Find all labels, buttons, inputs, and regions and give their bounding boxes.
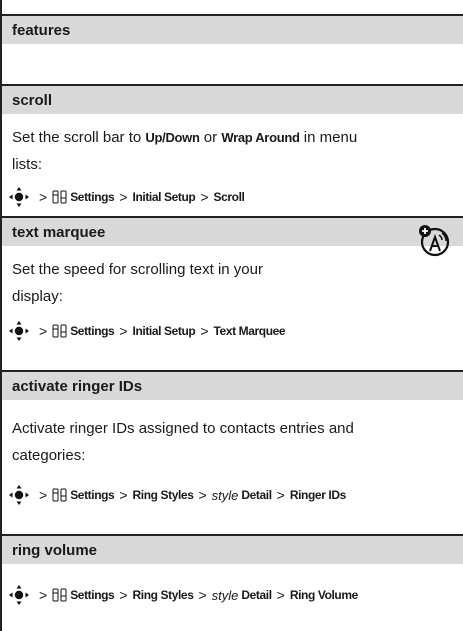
separator: > bbox=[198, 487, 207, 503]
text-line: Activate ringer IDs assigned to contacts… bbox=[12, 420, 354, 437]
path-ring-styles: Ring Styles bbox=[132, 488, 194, 502]
section-title-activate-ringer-ids: activate ringer IDs bbox=[12, 378, 143, 395]
section-title-text-marquee: text marquee bbox=[12, 224, 106, 241]
path-initial-setup: Initial Setup bbox=[132, 324, 196, 338]
nav-key-icon bbox=[9, 585, 29, 605]
scroll-menu-path: > Settings > Initial Setup > Scroll bbox=[8, 186, 245, 208]
separator: > bbox=[39, 487, 48, 503]
path-detail: Detail bbox=[241, 588, 272, 602]
text-line: categories: bbox=[12, 447, 86, 464]
path-initial-setup: Initial Setup bbox=[132, 190, 196, 204]
separator: > bbox=[39, 189, 48, 205]
text-fragment: lists: bbox=[12, 156, 42, 173]
manual-page: features scroll Set the scroll bar to Up… bbox=[0, 0, 463, 631]
path-settings: Settings bbox=[70, 588, 115, 602]
path-ringer-ids: Ringer IDs bbox=[289, 488, 346, 502]
settings-icon bbox=[52, 488, 67, 502]
section-header-ring-volume: ring volume bbox=[2, 534, 463, 564]
separator: > bbox=[276, 587, 285, 603]
nav-key-icon bbox=[9, 321, 29, 341]
text-marquee-description: Set the speed for scrolling text in your… bbox=[12, 256, 263, 310]
text-fragment: in menu bbox=[299, 129, 358, 146]
option-wrap-around: Wrap Around bbox=[221, 130, 300, 145]
separator: > bbox=[119, 487, 128, 503]
section-header-text-marquee: text marquee bbox=[2, 216, 463, 246]
section-title-scroll: scroll bbox=[12, 92, 53, 109]
separator: > bbox=[119, 323, 128, 339]
path-scroll: Scroll bbox=[213, 190, 245, 204]
separator: > bbox=[200, 189, 209, 205]
separator: > bbox=[119, 189, 128, 205]
text-fragment: Set the scroll bar to bbox=[12, 129, 146, 146]
path-detail: Detail bbox=[241, 488, 272, 502]
nav-key-icon bbox=[9, 485, 29, 505]
path-settings: Settings bbox=[70, 324, 115, 338]
settings-icon bbox=[52, 588, 67, 602]
nav-key-icon bbox=[9, 187, 29, 207]
activate-ringer-ids-menu-path: > Settings > Ring Styles > style Detail … bbox=[8, 484, 346, 506]
network-feature-icon bbox=[419, 225, 450, 257]
path-style-placeholder: style bbox=[211, 587, 239, 603]
text-line: Set the speed for scrolling text in your bbox=[12, 261, 263, 278]
section-header-scroll: scroll bbox=[2, 84, 463, 114]
features-title: features bbox=[12, 22, 71, 39]
text-fragment: or bbox=[199, 129, 222, 146]
scroll-description: Set the scroll bar to Up/Down or Wrap Ar… bbox=[12, 124, 357, 178]
separator: > bbox=[39, 323, 48, 339]
option-up-down: Up/Down bbox=[145, 130, 200, 145]
activate-ringer-ids-description: Activate ringer IDs assigned to contacts… bbox=[12, 415, 354, 469]
separator: > bbox=[119, 587, 128, 603]
path-style-placeholder: style bbox=[211, 487, 239, 503]
path-settings: Settings bbox=[70, 488, 115, 502]
section-header-activate-ringer-ids: activate ringer IDs bbox=[2, 370, 463, 400]
path-ring-styles: Ring Styles bbox=[132, 588, 194, 602]
features-header: features bbox=[2, 14, 463, 44]
path-ring-volume: Ring Volume bbox=[289, 588, 358, 602]
separator: > bbox=[276, 487, 285, 503]
settings-icon bbox=[52, 190, 67, 204]
separator: > bbox=[200, 323, 209, 339]
text-marquee-menu-path: > Settings > Initial Setup > Text Marque… bbox=[8, 320, 286, 342]
path-text-marquee: Text Marquee bbox=[213, 324, 286, 338]
path-settings: Settings bbox=[70, 190, 115, 204]
separator: > bbox=[198, 587, 207, 603]
settings-icon bbox=[52, 324, 67, 338]
section-title-ring-volume: ring volume bbox=[12, 542, 98, 559]
separator: > bbox=[39, 587, 48, 603]
text-line: display: bbox=[12, 288, 63, 305]
ring-volume-menu-path: > Settings > Ring Styles > style Detail … bbox=[8, 584, 358, 606]
